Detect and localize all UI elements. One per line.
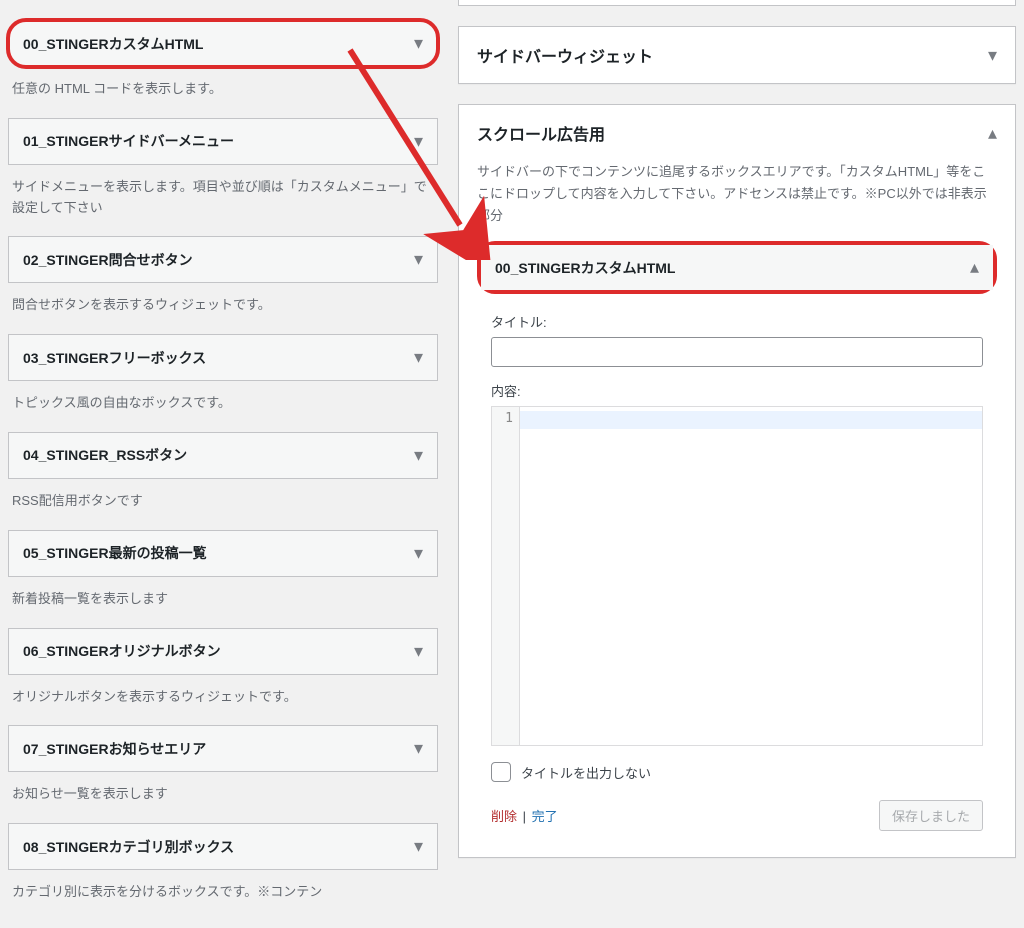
chevron-down-icon: ▾ bbox=[988, 45, 997, 66]
chevron-up-icon: ▴ bbox=[988, 123, 997, 144]
chevron-down-icon: ▾ bbox=[414, 249, 423, 270]
available-widget-item[interactable]: 01_STINGERサイドバーメニュー ▾ bbox=[8, 118, 438, 165]
available-widget-item[interactable]: 07_STINGERお知らせエリア ▾ bbox=[8, 725, 438, 772]
chevron-down-icon: ▾ bbox=[414, 33, 423, 54]
chevron-down-icon: ▾ bbox=[414, 445, 423, 466]
html-code-editor[interactable]: 1 bbox=[491, 406, 983, 746]
widget-form: タイトル: 内容: 1 bbox=[477, 304, 997, 746]
widget-item-title: 06_STINGERオリジナルボタン bbox=[23, 641, 221, 661]
line-gutter: 1 bbox=[492, 407, 520, 745]
widget-item-title: 01_STINGERサイドバーメニュー bbox=[23, 131, 234, 151]
widget-item-title: 00_STINGERカスタムHTML bbox=[23, 34, 203, 54]
content-label: 内容: bbox=[491, 381, 983, 400]
widget-areas: サイドバーウィジェット ▾ スクロール広告用 ▴ サイドバーの下でコンテンツに追… bbox=[458, 0, 1016, 921]
widget-item-desc: サイドメニューを表示します。項目や並び順は「カスタムメニュー」で設定して下さい bbox=[12, 177, 434, 219]
widget-item-desc: お知らせ一覧を表示します bbox=[12, 784, 434, 805]
dropped-widget-header[interactable]: 00_STINGERカスタムHTML ▴ bbox=[481, 245, 993, 290]
hide-title-checkbox[interactable] bbox=[491, 762, 511, 782]
widget-item-desc: 任意の HTML コードを表示します。 bbox=[12, 79, 434, 100]
active-line bbox=[520, 411, 982, 429]
chevron-down-icon: ▾ bbox=[414, 543, 423, 564]
scroll-panel-desc: サイドバーの下でコンテンツに追尾するボックスエリアです。「カスタムHTML」等を… bbox=[477, 161, 997, 227]
widget-item-desc: オリジナルボタンを表示するウィジェットです。 bbox=[12, 687, 434, 708]
code-textarea[interactable] bbox=[520, 407, 982, 745]
sidebar-widget-panel: サイドバーウィジェット ▾ bbox=[458, 26, 1016, 84]
save-button[interactable]: 保存しました bbox=[879, 800, 983, 831]
widget-item-title: 07_STINGERお知らせエリア bbox=[23, 739, 206, 759]
widget-item-desc: カテゴリ別に表示を分けるボックスです。※コンテン bbox=[12, 882, 434, 903]
title-label: タイトル: bbox=[491, 312, 983, 331]
available-widget-item[interactable]: 08_STINGERカテゴリ別ボックス ▾ bbox=[8, 823, 438, 870]
separator: | bbox=[523, 809, 526, 824]
dropped-widget-title: 00_STINGERカスタムHTML bbox=[495, 258, 675, 278]
available-widgets-list: 00_STINGERカスタムHTML ▾ 任意の HTML コードを表示します。 01… bbox=[8, 0, 438, 921]
available-widget-item[interactable]: 02_STINGER問合せボタン ▾ bbox=[8, 236, 438, 283]
widget-control-actions: 削除 | 完了 bbox=[491, 806, 558, 825]
scroll-panel-header[interactable]: スクロール広告用 ▴ bbox=[459, 105, 1015, 161]
available-widget-item[interactable]: 05_STINGER最新の投稿一覧 ▾ bbox=[8, 530, 438, 577]
available-widget-item[interactable]: 06_STINGERオリジナルボタン ▾ bbox=[8, 628, 438, 675]
widget-item-desc: 新着投稿一覧を表示します bbox=[12, 589, 434, 610]
line-number: 1 bbox=[492, 411, 513, 426]
sidebar-panel-title: サイドバーウィジェット bbox=[477, 43, 653, 67]
widget-item-desc: RSS配信用ボタンです bbox=[12, 491, 434, 512]
sidebar-panel-header[interactable]: サイドバーウィジェット ▾ bbox=[459, 27, 1015, 83]
delete-link[interactable]: 削除 bbox=[491, 809, 517, 824]
chevron-down-icon: ▾ bbox=[414, 131, 423, 152]
scroll-ad-panel: スクロール広告用 ▴ サイドバーの下でコンテンツに追尾するボックスエリアです。「… bbox=[458, 104, 1016, 858]
chevron-down-icon: ▾ bbox=[414, 738, 423, 759]
dropped-widget-highlight: 00_STINGERカスタムHTML ▴ bbox=[477, 241, 997, 294]
widget-item-desc: トピックス風の自由なボックスです。 bbox=[12, 393, 434, 414]
available-widget-item[interactable]: 04_STINGER_RSSボタン ▾ bbox=[8, 432, 438, 479]
widget-item-title: 04_STINGER_RSSボタン bbox=[23, 445, 187, 465]
widget-item-desc: 問合せボタンを表示するウィジェットです。 bbox=[12, 295, 434, 316]
chevron-down-icon: ▾ bbox=[414, 641, 423, 662]
done-link[interactable]: 完了 bbox=[532, 809, 558, 824]
scroll-panel-title: スクロール広告用 bbox=[477, 121, 605, 145]
widget-item-title: 05_STINGER最新の投稿一覧 bbox=[23, 543, 207, 563]
title-input[interactable] bbox=[491, 337, 983, 367]
chevron-down-icon: ▾ bbox=[414, 836, 423, 857]
widget-item-title: 03_STINGERフリーボックス bbox=[23, 348, 206, 368]
hide-title-label: タイトルを出力しない bbox=[521, 763, 651, 782]
chevron-down-icon: ▾ bbox=[414, 347, 423, 368]
panel-fragment bbox=[458, 0, 1016, 6]
available-widget-item[interactable]: 00_STINGERカスタムHTML ▾ bbox=[8, 20, 438, 67]
available-widget-item[interactable]: 03_STINGERフリーボックス ▾ bbox=[8, 334, 438, 381]
widget-item-title: 08_STINGERカテゴリ別ボックス bbox=[23, 837, 234, 857]
widget-item-title: 02_STINGER問合せボタン bbox=[23, 250, 193, 270]
chevron-up-icon: ▴ bbox=[970, 257, 979, 278]
